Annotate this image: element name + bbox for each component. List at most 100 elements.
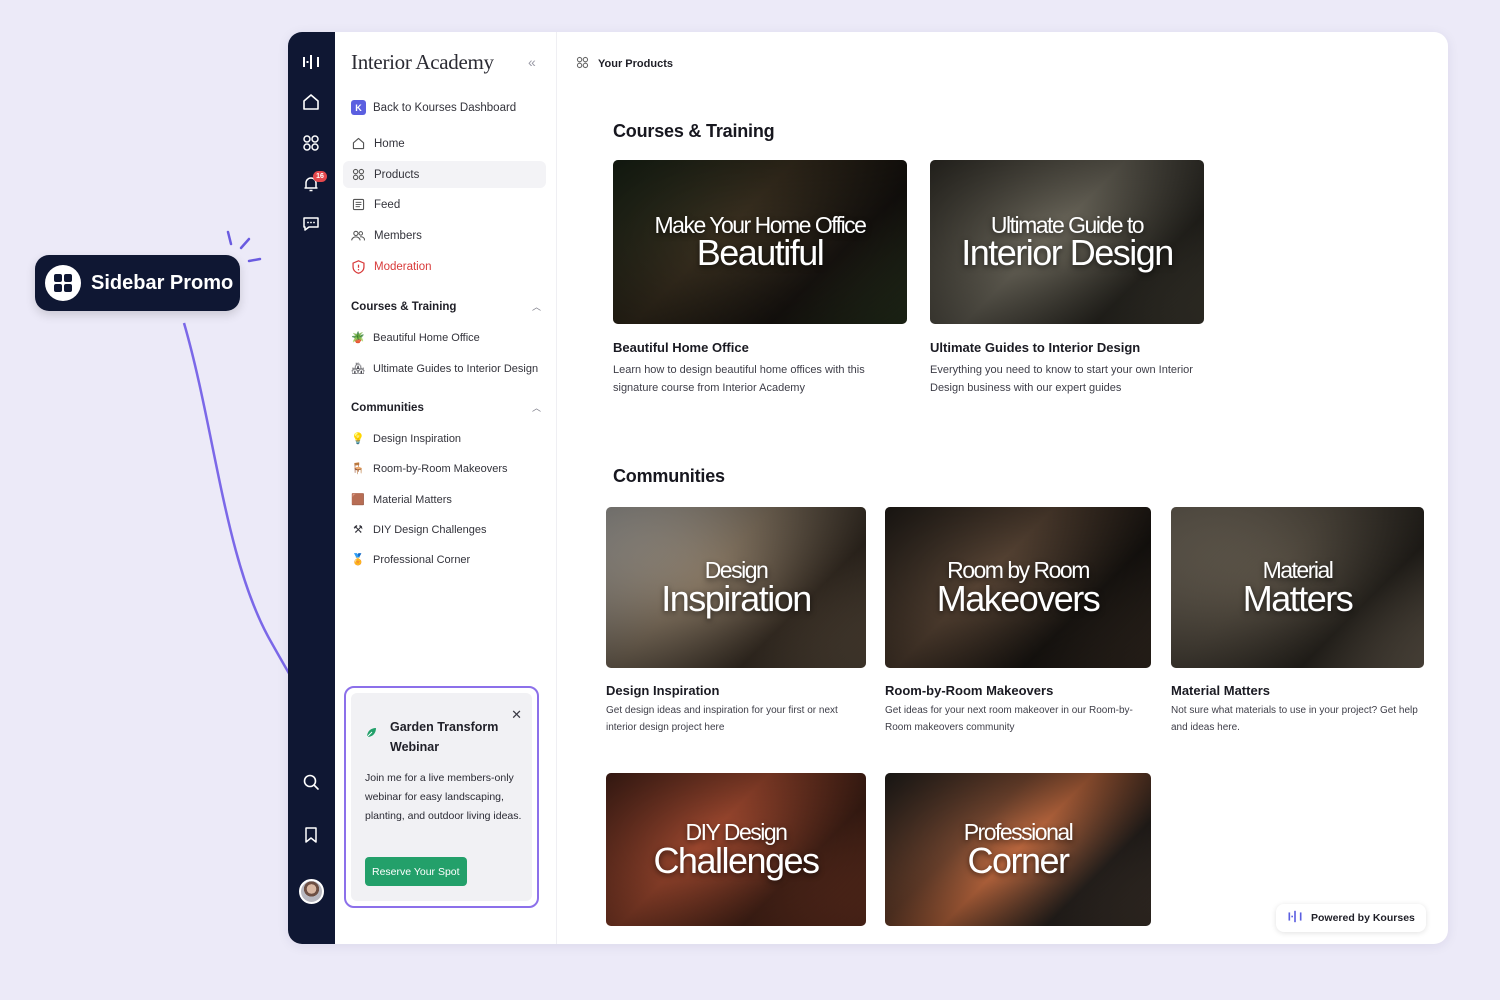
kourses-logo-icon bbox=[1287, 910, 1303, 926]
sidebar-item-professional-corner[interactable]: 🏅 Professional Corner bbox=[351, 553, 470, 567]
members-icon bbox=[351, 229, 365, 243]
thumbnail-title: Room by Room Makeovers bbox=[936, 559, 1101, 619]
thumbnail-line2: Beautiful bbox=[696, 232, 825, 274]
thumbnail-title: Ultimate Guide to Interior Design bbox=[961, 213, 1174, 274]
nav-item-products[interactable]: Products bbox=[343, 161, 546, 188]
collapse-sidebar-icon[interactable]: « bbox=[528, 54, 536, 70]
powered-by-badge[interactable]: Powered by Kourses bbox=[1276, 904, 1426, 932]
communities-section-header[interactable]: Communities ︿ bbox=[351, 401, 541, 414]
search-icon[interactable] bbox=[300, 771, 322, 793]
promo-title: Garden Transform Webinar bbox=[390, 720, 499, 754]
thumbnail-title: DIY Design Challenges bbox=[653, 821, 820, 881]
breadcrumb-label: Your Products bbox=[598, 58, 673, 70]
notification-badge: 16 bbox=[313, 171, 327, 182]
nav-label: Products bbox=[374, 168, 420, 181]
thumbnail-title: Material Matters bbox=[1242, 559, 1354, 619]
section-title: Courses & Training bbox=[351, 300, 457, 313]
wood-icon: 🟫 bbox=[351, 494, 365, 506]
community-description: Get ideas for your next room makeover in… bbox=[885, 705, 1133, 733]
back-link-label: Back to Kourses Dashboard bbox=[373, 101, 517, 114]
home-icon[interactable] bbox=[300, 91, 322, 113]
plant-icon: 🪴 bbox=[351, 332, 365, 344]
tools-icon: ⚒ bbox=[353, 524, 363, 536]
lightbulb-icon: 💡 bbox=[351, 433, 365, 445]
sidebar-item-material-matters[interactable]: 🟫 Material Matters bbox=[351, 493, 452, 507]
close-icon[interactable]: ✕ bbox=[511, 707, 522, 723]
sidebar-promo-callout: Sidebar Promo bbox=[35, 255, 240, 311]
icon-rail: 16 bbox=[288, 32, 335, 944]
breadcrumb: Your Products bbox=[576, 56, 673, 72]
grid-icon[interactable] bbox=[300, 132, 322, 154]
chevron-up-icon[interactable]: ︿ bbox=[532, 401, 541, 414]
community-thumbnail-room-makeovers[interactable]: Room by Room Makeovers bbox=[885, 507, 1151, 668]
grid-app-icon bbox=[45, 265, 81, 301]
home-icon bbox=[351, 137, 365, 151]
callout-label: Sidebar Promo bbox=[91, 271, 234, 294]
powered-by-label: Powered by Kourses bbox=[1311, 912, 1415, 924]
thumbnail-line2: Inspiration bbox=[661, 577, 812, 619]
nav-item-moderation[interactable]: Moderation bbox=[343, 253, 546, 280]
chat-icon[interactable] bbox=[300, 213, 322, 235]
course-title[interactable]: Beautiful Home Office bbox=[613, 340, 749, 355]
grid-icon bbox=[576, 56, 589, 72]
kourses-badge-icon: K bbox=[351, 100, 366, 115]
thumbnail-line2: Interior Design bbox=[961, 232, 1174, 274]
community-thumbnail-design-inspiration[interactable]: Design Inspiration bbox=[606, 507, 866, 668]
community-description: Get design ideas and inspiration for you… bbox=[606, 705, 838, 733]
sidebar-item-design-inspiration[interactable]: 💡 Design Inspiration bbox=[351, 432, 462, 446]
section-title: Communities bbox=[351, 401, 424, 414]
furniture-icon: 🪑 bbox=[351, 463, 365, 475]
thumbnail-title: Professional Corner bbox=[964, 821, 1074, 878]
nav-item-feed[interactable]: Feed bbox=[343, 191, 546, 218]
sidebar-item-label: Room-by-Room Makeovers bbox=[373, 462, 508, 475]
user-avatar[interactable] bbox=[299, 879, 324, 904]
community-thumbnail-diy-challenges[interactable]: DIY Design Challenges bbox=[606, 773, 866, 926]
community-title[interactable]: Design Inspiration bbox=[606, 683, 719, 698]
promo-body: Join me for a live members-only webinar … bbox=[365, 772, 522, 822]
sidebar-item-label: Beautiful Home Office bbox=[373, 331, 480, 344]
shield-icon bbox=[351, 259, 365, 274]
communities-heading: Communities bbox=[613, 466, 725, 486]
sidebar-item-beautiful-home-office[interactable]: 🪴 Beautiful Home Office bbox=[351, 331, 480, 345]
community-title[interactable]: Room-by-Room Makeovers bbox=[885, 683, 1053, 698]
thumbnail-title: Design Inspiration bbox=[661, 559, 812, 619]
chevron-up-icon[interactable]: ︿ bbox=[532, 300, 541, 313]
grid-icon bbox=[351, 168, 365, 182]
nav-item-members[interactable]: Members bbox=[343, 222, 546, 249]
bookmark-icon[interactable] bbox=[300, 824, 322, 846]
thumbnail-line2: Makeovers bbox=[936, 577, 1101, 619]
nav-label: Feed bbox=[374, 198, 401, 211]
kourses-logo-icon[interactable] bbox=[300, 51, 322, 73]
sidebar: Interior Academy « K Back to Kourses Das… bbox=[335, 32, 557, 944]
reserve-spot-button[interactable]: Reserve Your Spot bbox=[365, 857, 467, 886]
sidebar-promo-card: Garden Transform Webinar ✕ Join me for a… bbox=[344, 686, 539, 908]
thumbnail-line2: Challenges bbox=[653, 839, 820, 881]
nav-label: Members bbox=[374, 229, 422, 242]
feed-icon bbox=[351, 198, 365, 212]
nav-item-home[interactable]: Home bbox=[343, 130, 546, 157]
thumbnail-title: Make Your Home Office Beautiful bbox=[655, 213, 867, 274]
brand-title: Interior Academy bbox=[351, 50, 494, 74]
sidebar-item-ultimate-guides[interactable]: 🏘 Ultimate Guides to Interior Design bbox=[351, 362, 539, 376]
sidebar-item-room-by-room[interactable]: 🪑 Room-by-Room Makeovers bbox=[351, 462, 508, 476]
main-content: Your Products Courses & Training Make Yo… bbox=[558, 32, 1448, 944]
course-thumbnail-interior-design[interactable]: Ultimate Guide to Interior Design bbox=[930, 160, 1204, 324]
medal-icon: 🏅 bbox=[351, 554, 365, 566]
nav-label: Home bbox=[374, 137, 405, 150]
community-thumbnail-professional-corner[interactable]: Professional Corner bbox=[885, 773, 1151, 926]
course-thumbnail-home-office[interactable]: Make Your Home Office Beautiful bbox=[613, 160, 907, 324]
community-thumbnail-material-matters[interactable]: Material Matters bbox=[1171, 507, 1424, 668]
courses-section-header[interactable]: Courses & Training ︿ bbox=[351, 300, 541, 313]
community-title[interactable]: Material Matters bbox=[1171, 683, 1270, 698]
courses-heading: Courses & Training bbox=[613, 121, 775, 141]
course-title[interactable]: Ultimate Guides to Interior Design bbox=[930, 340, 1140, 355]
thumbnail-line2: Matters bbox=[1242, 577, 1354, 619]
guide-icon: 🏘 bbox=[351, 363, 365, 375]
app-window: 16 Interior Academy « K Back to Kourses … bbox=[288, 32, 1448, 944]
sidebar-item-label: Design Inspiration bbox=[373, 432, 462, 445]
community-description: Not sure what materials to use in your p… bbox=[1171, 705, 1418, 733]
nav-label: Moderation bbox=[374, 260, 432, 273]
back-to-dashboard-link[interactable]: K Back to Kourses Dashboard bbox=[351, 100, 516, 115]
sidebar-item-diy-challenges[interactable]: ⚒ DIY Design Challenges bbox=[351, 523, 486, 537]
sidebar-item-label: Ultimate Guides to Interior Design bbox=[373, 362, 539, 375]
